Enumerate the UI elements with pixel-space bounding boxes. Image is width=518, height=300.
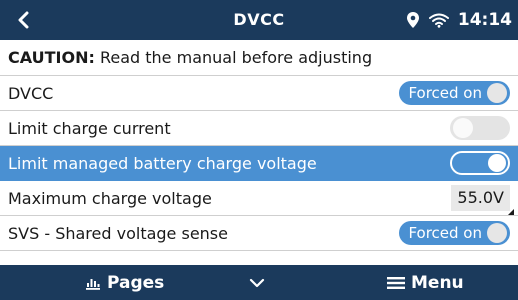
dvcc-row[interactable]: DVCC Forced on xyxy=(0,76,518,111)
svs-value: Forced on xyxy=(408,224,482,242)
dvcc-screen: DVCC 14:14 CAUTION: Read the manual befo… xyxy=(0,0,518,300)
caution-strong: CAUTION: xyxy=(8,48,95,67)
pages-label: Pages xyxy=(107,272,165,293)
clock-time: 14:14 xyxy=(457,10,512,30)
max-charge-voltage-value-field[interactable]: 55.0V xyxy=(451,185,514,215)
caution-row: CAUTION: Read the manual before adjustin… xyxy=(0,40,518,76)
svs-label: SVS - Shared voltage sense xyxy=(8,223,228,243)
menu-button[interactable]: Menu xyxy=(387,265,464,300)
toggle-knob xyxy=(488,154,506,172)
scroll-down-button[interactable] xyxy=(249,265,265,300)
wifi-icon xyxy=(428,12,450,28)
bottom-bar: Pages Menu xyxy=(0,265,518,300)
limit-charge-current-label: Limit charge current xyxy=(8,118,171,138)
location-pin-icon xyxy=(406,11,420,29)
max-charge-voltage-value: 55.0V xyxy=(457,188,504,207)
menu-label: Menu xyxy=(411,272,464,293)
dvcc-label: DVCC xyxy=(8,83,54,103)
toggle-knob xyxy=(453,118,473,138)
pages-button[interactable]: Pages xyxy=(85,265,164,300)
dvcc-value: Forced on xyxy=(408,84,482,102)
caution-message: Read the manual before adjusting xyxy=(94,48,373,67)
chevron-down-icon xyxy=(249,278,265,287)
limit-charge-current-toggle[interactable] xyxy=(450,116,510,140)
status-area: 14:14 xyxy=(406,0,512,40)
switch-knob xyxy=(487,83,507,103)
limit-charge-current-row[interactable]: Limit charge current xyxy=(0,111,518,146)
switch-knob xyxy=(487,223,507,243)
svs-forced-on-switch[interactable]: Forced on xyxy=(399,221,510,245)
caution-text: CAUTION: Read the manual before adjustin… xyxy=(8,48,510,67)
pages-chart-icon xyxy=(85,276,101,290)
edit-corner-icon xyxy=(508,209,514,215)
limit-managed-voltage-row[interactable]: Limit managed battery charge voltage xyxy=(0,146,518,181)
max-charge-voltage-row[interactable]: Maximum charge voltage 55.0V xyxy=(0,181,518,216)
limit-managed-voltage-label: Limit managed battery charge voltage xyxy=(8,153,317,173)
settings-list: CAUTION: Read the manual before adjustin… xyxy=(0,40,518,251)
top-bar: DVCC 14:14 xyxy=(0,0,518,40)
menu-hamburger-icon xyxy=(387,276,405,290)
svs-row[interactable]: SVS - Shared voltage sense Forced on xyxy=(0,216,518,251)
max-charge-voltage-label: Maximum charge voltage xyxy=(8,188,212,208)
limit-managed-voltage-toggle[interactable] xyxy=(450,151,510,175)
dvcc-forced-on-switch[interactable]: Forced on xyxy=(399,81,510,105)
